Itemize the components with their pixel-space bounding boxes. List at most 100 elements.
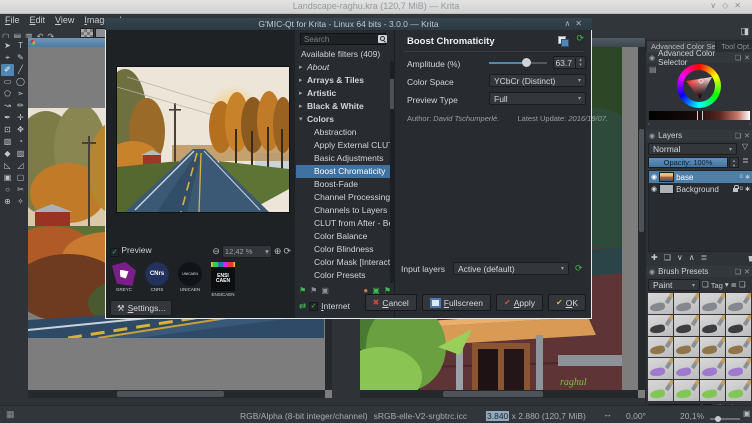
chevron-down-icon[interactable]: ▾	[725, 281, 729, 289]
brush-preset-thumbnail[interactable]	[726, 336, 751, 358]
brush-preset-thumbnail[interactable]	[648, 380, 673, 401]
filter-basic-adjustments[interactable]: Basic Adjustments	[296, 152, 390, 165]
tool-crop-icon[interactable]: ⊡	[1, 124, 14, 136]
dialog-titlebar[interactable]: G'MIC-Qt for Krita - Linux 64 bits - 3.0…	[105, 18, 592, 30]
expand-arrow-icon[interactable]: ▸	[296, 87, 307, 100]
float-icon[interactable]: ❏	[735, 54, 741, 62]
tool-freehand-path-icon[interactable]: ✏	[14, 100, 27, 112]
tool-zoom-icon[interactable]: ⊕	[1, 196, 14, 208]
close-icon[interactable]: ✕	[744, 54, 750, 62]
duplicate-layer-icon[interactable]: ❏	[664, 254, 671, 262]
dialog-controls[interactable]: ∧✕	[564, 19, 587, 28]
brush-preset-thumbnail[interactable]	[648, 293, 673, 314]
update-filters-icon[interactable]: ⇄	[299, 302, 306, 311]
tool-ellipse-icon[interactable]: ◯	[14, 76, 27, 88]
brush-preset-thumbnail[interactable]	[674, 358, 699, 380]
color-history-dot[interactable]: ◦	[749, 122, 751, 128]
tool-assistants-icon[interactable]: ◺	[1, 160, 14, 172]
tool-select-rect-icon[interactable]: ▢	[14, 172, 27, 184]
move-layer-down-icon[interactable]: ∨	[677, 254, 683, 262]
visibility-eye-icon[interactable]: ◉	[651, 173, 657, 181]
alpha-lock-icon[interactable]: α	[740, 174, 743, 180]
zoom-slider[interactable]	[710, 416, 740, 422]
tool-dynamic-brush-icon[interactable]: ✒	[1, 112, 14, 124]
mirror-icon[interactable]: ↔	[603, 410, 612, 419]
refresh-layers-icon[interactable]: ⟳	[575, 264, 583, 273]
saturation-value-triangle[interactable]	[684, 71, 714, 101]
search-icon[interactable]	[378, 35, 387, 43]
tool-measure-icon[interactable]: ◿	[14, 160, 27, 172]
close-icon[interactable]: ✕	[744, 268, 750, 276]
tool-select-lasso-icon[interactable]: ✂	[14, 184, 27, 196]
shade-icon[interactable]: ∧	[564, 19, 575, 28]
filter-abstraction[interactable]: Abstraction	[296, 126, 390, 139]
gradient-chooser[interactable]	[80, 28, 94, 38]
layer-properties-icon[interactable]: ✱	[745, 174, 750, 181]
grid-view-icon[interactable]: ❏	[739, 281, 746, 289]
add-layer-icon[interactable]: ✚	[651, 254, 658, 262]
maximize-icon[interactable]: ◇	[722, 1, 734, 10]
zoom-in-icon[interactable]: ⊕	[274, 247, 282, 256]
tool-edit-shapes-icon[interactable]: ✎	[14, 52, 27, 64]
image-size-status[interactable]: 3.840 x 2.880 (120,7 MiB)	[486, 411, 586, 421]
filter-artistic[interactable]: ▸ Artistic	[296, 87, 390, 100]
fit-canvas-icon[interactable]: ▣	[743, 410, 751, 418]
filter-color-balance[interactable]: Color Balance	[296, 230, 390, 243]
checkbox-checked-icon[interactable]: ✓	[110, 248, 119, 257]
preview-zoom-select[interactable]: 12,42 % ▾	[221, 245, 272, 258]
menu-view[interactable]: View	[50, 14, 79, 25]
tool-text-icon[interactable]: T	[14, 40, 27, 52]
canvas-horizontal-scrollbar[interactable]	[28, 390, 325, 398]
filter-boost-fade[interactable]: Boost-Fade	[296, 178, 390, 191]
tool-pan-icon[interactable]: ✧	[14, 196, 27, 208]
filter-about[interactable]: ▸ About	[296, 61, 390, 74]
blend-mode-select[interactable]: Normal ▾	[648, 143, 737, 155]
reset-parameters-icon[interactable]: ⟳	[576, 34, 584, 43]
expand-arrow-icon[interactable]: ▸	[296, 74, 307, 87]
tool-gradient-icon[interactable]: ▧	[1, 136, 14, 148]
filter-channel-processing[interactable]: Channel Processing	[296, 191, 390, 204]
previewtype-select[interactable]: Full ▾	[489, 92, 586, 105]
menu-file[interactable]: File	[0, 14, 25, 25]
canvas-vertical-scrollbar[interactable]	[638, 47, 645, 390]
brush-preset-thumbnail[interactable]	[674, 336, 699, 358]
filter-search-input[interactable]	[300, 33, 386, 45]
color-selector-settings-icon[interactable]: ▤	[649, 66, 657, 74]
tag-label[interactable]: Tag	[711, 281, 723, 290]
minimize-icon[interactable]: ∨	[710, 1, 722, 10]
cancel-button[interactable]: ✖ Cancel	[364, 294, 417, 311]
float-icon[interactable]: ❏	[735, 268, 741, 276]
tool-polygon-icon[interactable]: ⬠	[1, 88, 14, 100]
tool-color-sampler-icon[interactable]: ◔	[14, 136, 27, 148]
tool-freehand-brush-icon[interactable]: ✐	[1, 64, 14, 76]
tag-icon[interactable]: ❏	[702, 281, 709, 289]
brush-preset-thumbnail[interactable]	[726, 293, 751, 314]
brush-preset-thumbnail[interactable]	[648, 336, 673, 358]
rotation-value[interactable]: 0,00°	[626, 411, 646, 421]
layer-properties-icon[interactable]: ✱	[745, 186, 750, 193]
filter-colors[interactable]: ▾ Colors	[296, 113, 390, 126]
move-layer-up-icon[interactable]: ∧	[689, 254, 695, 262]
menu-edit[interactable]: Edit	[25, 14, 51, 25]
color-history-dot[interactable]: ◦	[648, 122, 650, 128]
filter-color-blindness[interactable]: Color Blindness	[296, 243, 390, 256]
filter-apply-external-clut[interactable]: Apply External CLUT	[296, 139, 390, 152]
tool-line-icon[interactable]: ╱	[14, 64, 27, 76]
layer-filter-icon[interactable]: ▽	[739, 143, 751, 155]
copy-command-icon[interactable]	[558, 36, 569, 47]
amplitude-slider[interactable]	[489, 56, 547, 69]
tool-multibrush-icon[interactable]: ✛	[14, 112, 27, 124]
input-layers-select[interactable]: Active (default) ▾	[453, 262, 569, 275]
layer-properties-icon[interactable]: ≣	[701, 254, 708, 262]
zoom-out-icon[interactable]: ⊖	[212, 247, 220, 256]
brush-preset-thumbnail[interactable]	[700, 358, 725, 380]
brush-preset-thumbnail[interactable]	[648, 314, 673, 336]
close-icon[interactable]: ✕	[744, 132, 750, 140]
tool-reference-images-icon[interactable]: ▣	[1, 172, 14, 184]
tool-bezier-icon[interactable]: ↝	[1, 100, 14, 112]
brush-preset-thumbnail[interactable]	[726, 358, 751, 380]
checkbox-checked-icon[interactable]: ✓	[309, 301, 319, 311]
memory-icon[interactable]: ▦	[6, 410, 15, 419]
tool-rectangle-icon[interactable]: ▭	[1, 76, 14, 88]
faves-folder-icon[interactable]: ▣	[321, 287, 329, 295]
